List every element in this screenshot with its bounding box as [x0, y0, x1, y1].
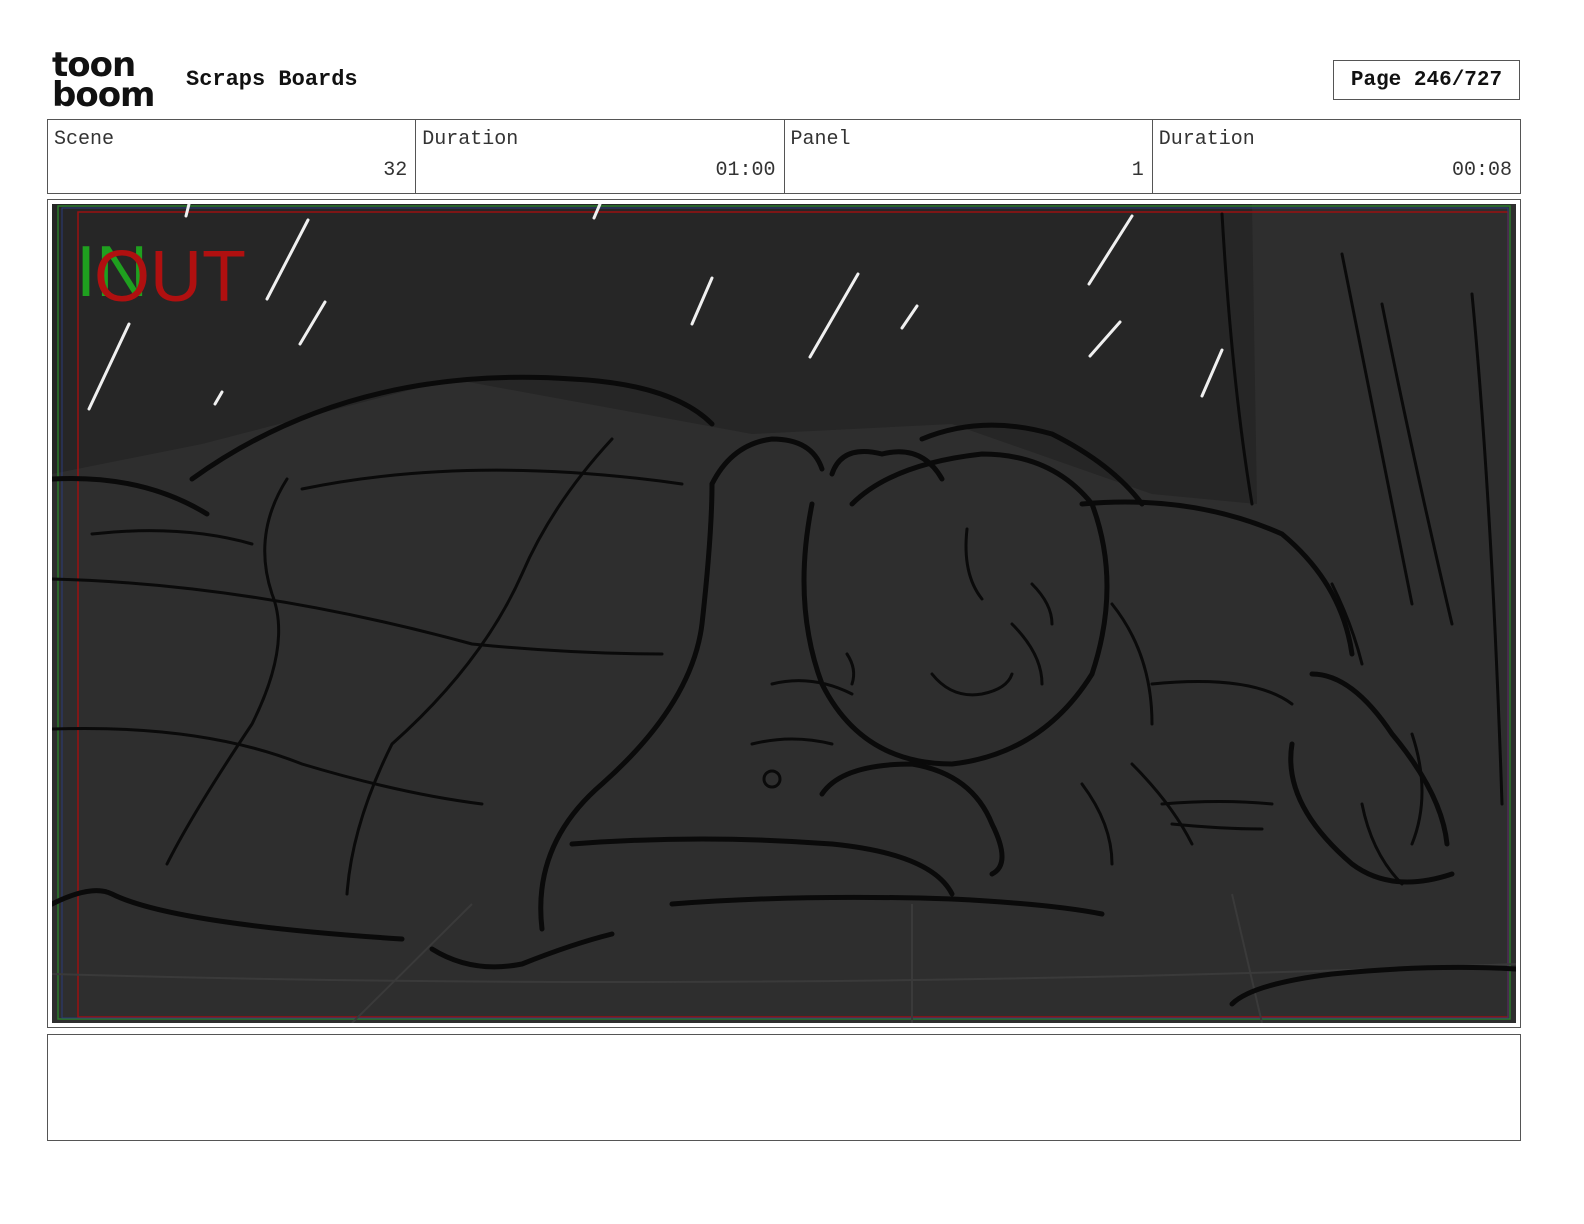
- page-number: Page 246/727: [1333, 60, 1520, 100]
- scene-duration-label: Duration: [422, 128, 519, 151]
- scene-duration-value: 01:00: [715, 159, 776, 182]
- panel-duration-cell: Duration 00:08: [1153, 120, 1520, 193]
- panel-notes-box: [47, 1034, 1521, 1141]
- project-title: Scraps Boards: [186, 67, 358, 92]
- storyboard-sketch: IN OUT: [52, 204, 1516, 1023]
- scene-value: 32: [383, 159, 408, 182]
- out-marker: OUT: [94, 237, 246, 317]
- panel-label: Panel: [790, 128, 851, 151]
- storyboard-panel-frame: IN OUT: [47, 199, 1521, 1028]
- scene-cell: Scene 32: [48, 120, 417, 193]
- sketch-drawing: IN OUT: [52, 204, 1516, 1023]
- scene-label: Scene: [54, 128, 115, 151]
- panel-duration-value: 00:08: [1451, 159, 1512, 182]
- scene-info-table: Scene 32 Duration 01:00 Panel 1 Duration…: [47, 119, 1521, 194]
- panel-cell: Panel 1: [785, 120, 1153, 193]
- panel-value: 1: [1131, 159, 1144, 182]
- toon-boom-logo: toon boom: [52, 48, 164, 115]
- panel-duration-label: Duration: [1158, 128, 1255, 151]
- logo-line-2: boom: [52, 75, 155, 115]
- scene-duration-cell: Duration 01:00: [416, 120, 785, 193]
